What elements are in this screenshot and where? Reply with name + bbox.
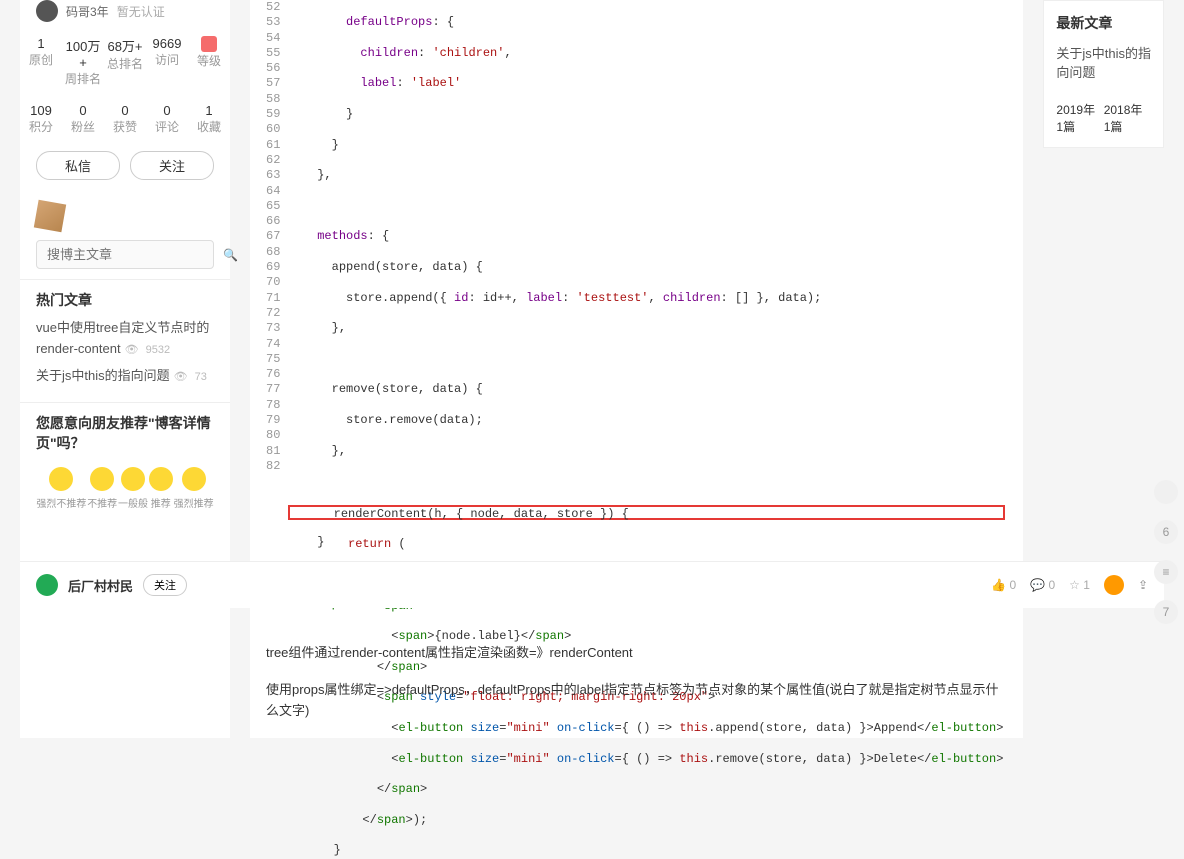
code-content: defaultProps: { children: 'children', la… bbox=[288, 0, 1015, 627]
stat-label: 总排名 bbox=[107, 57, 143, 71]
search-icon[interactable]: 🔍 bbox=[223, 248, 238, 262]
stat-label: 积分 bbox=[29, 120, 53, 134]
right-sidebar: 最新文章 关于js中this的指向问题 2019年 1篇 2018年 1篇 bbox=[1043, 0, 1164, 738]
recommend-row: 强烈不推荐 不推荐 一般般 推荐 强烈推荐 bbox=[36, 461, 214, 516]
latest-article[interactable]: 关于js中this的指向问题 bbox=[1056, 43, 1151, 81]
bottom-bar: 后厂村村民 关注 👍 0 💬 0 ☆ 1 ⇪ bbox=[20, 561, 1164, 608]
stat-value: 100万+ bbox=[62, 36, 104, 70]
stat-label: 等级 bbox=[197, 54, 221, 68]
hot-article[interactable]: vue中使用tree自定义节点时的render-content👁 9532 bbox=[36, 318, 214, 360]
emoji-icon bbox=[149, 467, 173, 491]
rec-option[interactable]: 推荐 bbox=[149, 467, 173, 510]
tool-icon[interactable] bbox=[1154, 480, 1178, 504]
stat-value: 0 bbox=[146, 103, 188, 118]
year-archive[interactable]: 2019年 1篇 bbox=[1056, 101, 1103, 135]
latest-title: 最新文章 bbox=[1056, 13, 1151, 33]
follow-button[interactable]: 关注 bbox=[130, 151, 214, 180]
search-input[interactable] bbox=[47, 247, 223, 262]
stat-value: 1 bbox=[20, 36, 62, 51]
share-icon[interactable]: ⇪ bbox=[1138, 578, 1148, 592]
stat-label: 访问 bbox=[155, 53, 179, 67]
line-numbers: 5253545556575859606162636465666768697071… bbox=[258, 0, 288, 627]
reward-icon[interactable] bbox=[1104, 575, 1124, 595]
rec-option[interactable]: 强烈不推荐 bbox=[36, 467, 86, 510]
star-button[interactable]: ☆ 1 bbox=[1069, 578, 1090, 592]
tool-icon[interactable]: ≡ bbox=[1154, 560, 1178, 584]
like-button[interactable]: 👍 0 bbox=[991, 578, 1016, 592]
comment-button[interactable]: 💬 0 bbox=[1030, 578, 1055, 592]
highlighted-code: renderContent(h, { node, data, store }) … bbox=[288, 505, 1005, 520]
stat-value: 0 bbox=[104, 103, 146, 118]
follow-button-bottom[interactable]: 关注 bbox=[143, 574, 187, 596]
year-archive[interactable]: 2018年 1篇 bbox=[1104, 101, 1151, 135]
emoji-icon bbox=[182, 467, 206, 491]
stat-value: 9669 bbox=[146, 36, 188, 51]
stat-label: 收藏 bbox=[197, 120, 221, 134]
rank-icon bbox=[201, 36, 217, 52]
stat-label: 评论 bbox=[155, 120, 179, 134]
eye-icon: 👁 bbox=[174, 371, 191, 383]
stat-value: 68万+ bbox=[104, 36, 146, 55]
emoji-icon bbox=[90, 467, 114, 491]
stats-row-1: 1 原创 100万+ 周排名 68万+ 总排名 9669 访问 等级 bbox=[20, 28, 230, 95]
side-tools: 6 ≡ 7 bbox=[1154, 480, 1178, 624]
sidebar: 码哥3年暂无认证 1原创 100万+周排名 68万+总排名 9669访问 等级 … bbox=[20, 0, 230, 738]
stat-label: 粉丝 bbox=[71, 120, 95, 134]
stat-value: 0 bbox=[62, 103, 104, 118]
emoji-icon bbox=[121, 467, 145, 491]
search-box[interactable]: 🔍 bbox=[36, 240, 214, 269]
stat-value: 1 bbox=[188, 103, 230, 118]
hot-article[interactable]: 关于js中this的指向问题👁 73 bbox=[36, 366, 214, 387]
author-avatar[interactable] bbox=[36, 574, 58, 596]
verify-badge: 暂无认证 bbox=[117, 3, 165, 20]
stat-value: 109 bbox=[20, 103, 62, 118]
user-name: 码哥3年 bbox=[66, 3, 109, 20]
hot-title: 热门文章 bbox=[36, 290, 214, 310]
stat-label: 获赞 bbox=[113, 120, 137, 134]
emoji-icon bbox=[49, 467, 73, 491]
eye-icon: 👁 bbox=[125, 344, 142, 356]
content: 5253545556575859606162636465666768697071… bbox=[250, 0, 1023, 738]
author-name[interactable]: 后厂村村民 bbox=[68, 576, 133, 595]
stat-label: 原创 bbox=[29, 53, 53, 67]
user-avatar bbox=[36, 0, 58, 22]
stat-label: 周排名 bbox=[65, 72, 101, 86]
stats-row-2: 109 积分 0 粉丝 0 获赞 0 评论 1 收藏 bbox=[20, 95, 230, 143]
rec-option[interactable]: 一般般 bbox=[118, 467, 148, 510]
tool-icon[interactable]: 6 bbox=[1154, 520, 1178, 544]
message-button[interactable]: 私信 bbox=[36, 151, 120, 180]
cube-icon bbox=[34, 200, 66, 232]
recommend-title: 您愿意向朋友推荐"博客详情页"吗？ bbox=[36, 413, 214, 453]
rec-option[interactable]: 强烈推荐 bbox=[174, 467, 214, 510]
code-block: 5253545556575859606162636465666768697071… bbox=[258, 0, 1015, 627]
rec-option[interactable]: 不推荐 bbox=[87, 467, 117, 510]
